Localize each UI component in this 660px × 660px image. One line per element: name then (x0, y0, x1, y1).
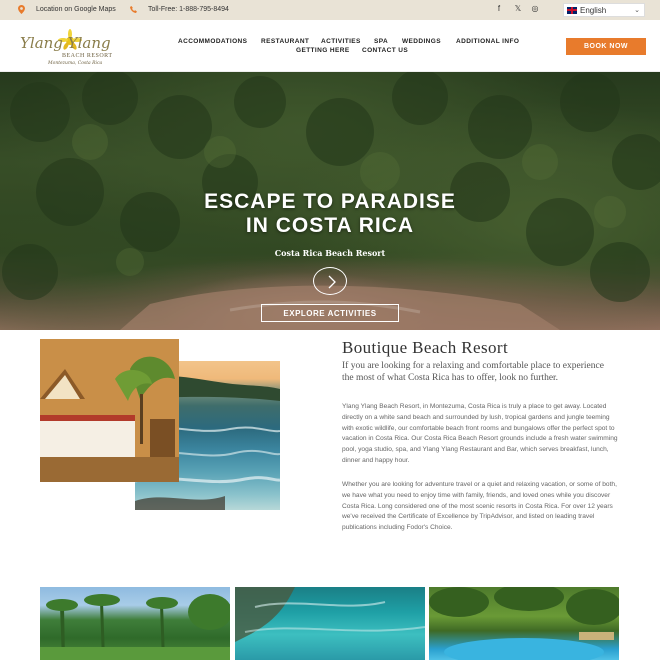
facebook-icon[interactable]: f (493, 4, 505, 13)
section-heading: Boutique Beach Resort (342, 338, 509, 357)
gallery-photo-ocean[interactable] (235, 587, 425, 660)
instagram-icon[interactable]: ◎ (529, 4, 541, 13)
phone-link[interactable]: Toll-Free: 1-888-795-8494 (130, 5, 229, 14)
chevron-right-icon (328, 275, 336, 289)
top-bar: Location on Google Maps Toll-Free: 1-888… (0, 0, 660, 20)
logo-text-sub: BEACH RESORT (62, 53, 112, 59)
nav-restaurant[interactable]: RESTAURANT (261, 38, 309, 45)
language-label: English (580, 5, 607, 15)
site-header: Ylang Ylang BEACH RESORT Montezuma, Cost… (0, 20, 660, 72)
chevron-down-icon: ⌄ (634, 7, 640, 14)
section-lead: If you are looking for a relaxing and co… (342, 361, 604, 383)
nav-weddings[interactable]: WEDDINGS (402, 38, 441, 45)
nav-contact-us[interactable]: CONTACT US (362, 47, 408, 54)
explore-activities-button[interactable]: EXPLORE ACTIVITIES (261, 304, 399, 322)
nav-getting-here[interactable]: GETTING HERE (296, 47, 350, 54)
nav-accommodations[interactable]: ACCOMMODATIONS (178, 38, 247, 45)
hero-title-line1: ESCAPE TO PARADISE (204, 190, 456, 213)
logo-graphic: Ylang Ylang BEACH RESORT Montezuma, Cost… (20, 29, 112, 66)
logo-text-place: Montezuma, Costa Rica (47, 60, 102, 66)
language-select[interactable]: English ⌄ (563, 3, 645, 17)
book-now-button[interactable]: BOOK NOW (566, 38, 646, 55)
phone-label: Toll-Free: 1-888-795-8494 (148, 6, 229, 13)
phone-icon (130, 6, 137, 13)
site-logo[interactable]: Ylang Ylang BEACH RESORT Montezuma, Cost… (18, 27, 133, 67)
nav-additional-info[interactable]: ADDITIONAL INFO (456, 38, 519, 45)
location-link[interactable]: Location on Google Maps (18, 5, 116, 14)
gallery-photo-palms[interactable] (40, 587, 230, 660)
gallery-photo-pool[interactable] (429, 587, 619, 660)
map-pin-icon (18, 5, 25, 14)
nav-spa[interactable]: SPA (374, 38, 388, 45)
hero-title-line2: IN COSTA RICA (245, 214, 415, 237)
section-paragraph-2: Whether you are looking for adventure tr… (342, 481, 617, 532)
section-paragraph-1: Ylang Ylang Beach Resort, in Montezuma, … (342, 403, 618, 464)
location-label: Location on Google Maps (36, 6, 116, 13)
hero-subtitle: Costa Rica Beach Resort (274, 248, 386, 258)
uk-flag-icon (567, 6, 577, 14)
bungalow-room-photo (40, 339, 179, 482)
logo-text-main: Ylang Ylang (20, 34, 111, 52)
nav-activities[interactable]: ACTIVITIES (321, 38, 361, 45)
hero-banner: ESCAPE TO PARADISE IN COSTA RICA Costa R… (0, 72, 660, 330)
scroll-down-button[interactable] (313, 267, 347, 295)
x-twitter-icon[interactable]: 𝕏 (512, 4, 524, 13)
